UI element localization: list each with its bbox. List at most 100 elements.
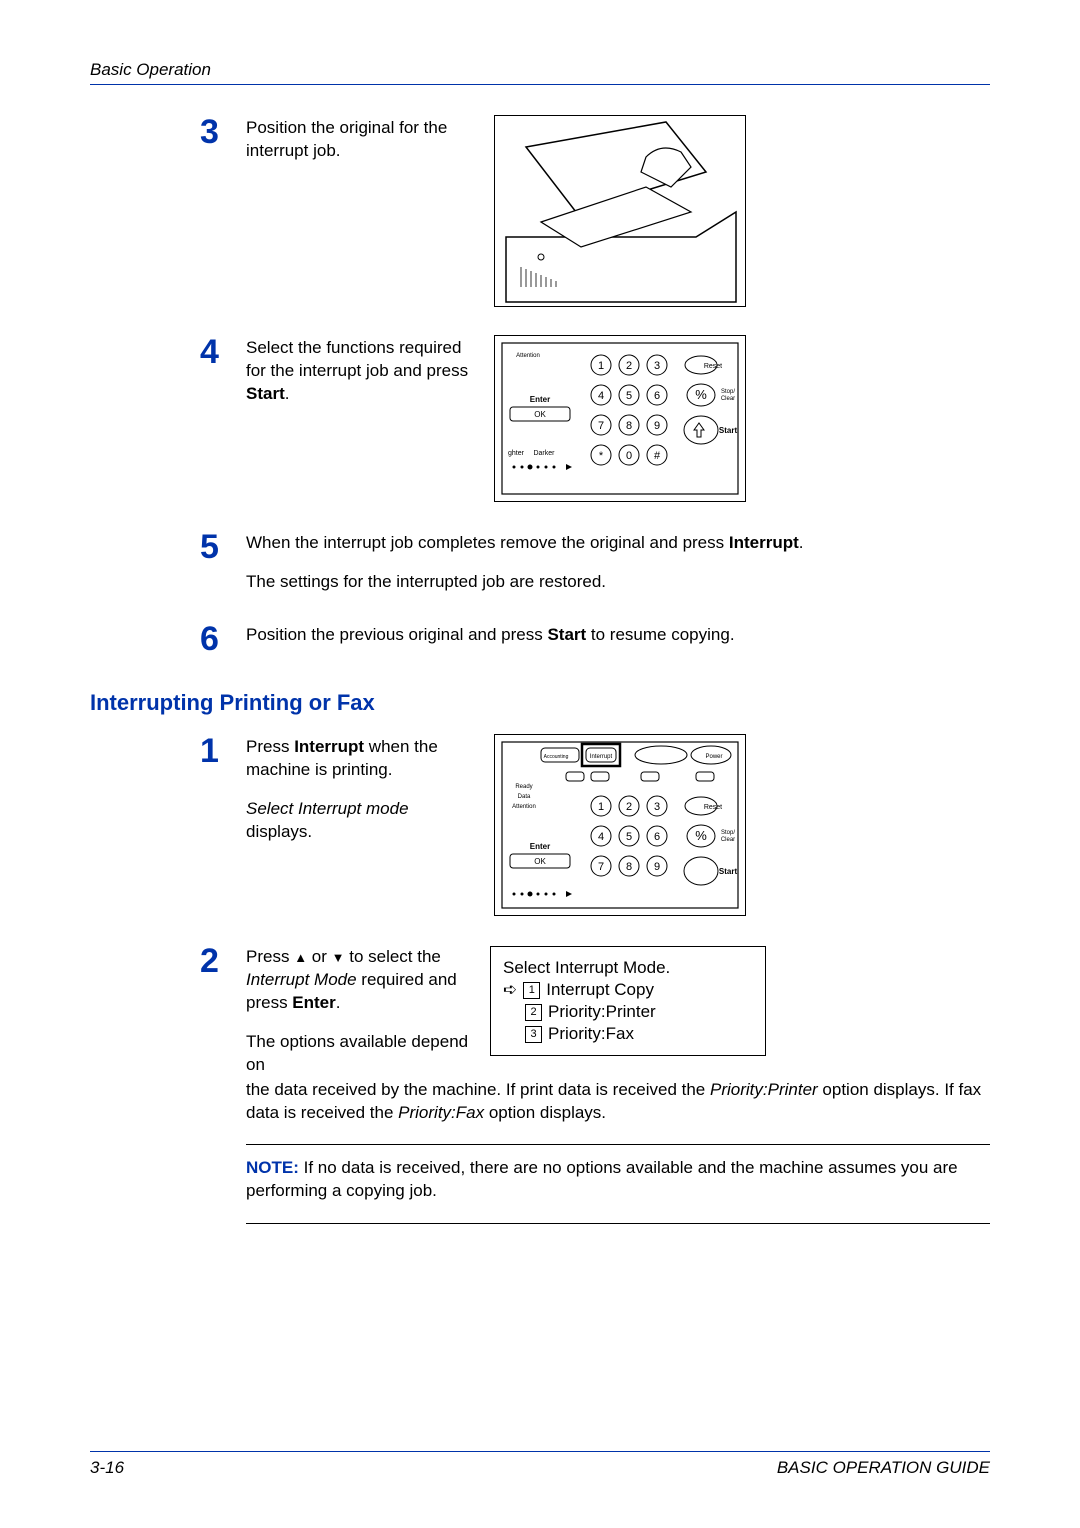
option-number-icon: 3 [525,1026,542,1043]
lcd-option: Priority:Printer [548,1001,656,1023]
text: . [799,533,804,552]
svg-text:Start: Start [719,426,738,435]
svg-text:Power: Power [705,754,722,760]
svg-text:1: 1 [598,360,604,372]
svg-text:Stop/: Stop/ [721,389,735,395]
lcd-option: Interrupt Copy [546,979,654,1001]
svg-text:Reset: Reset [704,363,722,370]
keypad-illustration-2: Accounting Interrupt Power Ready Data At [494,734,746,916]
text: to resume copying. [586,625,734,644]
italic-text: Select Interrupt mode [246,799,409,818]
scanner-illustration [494,115,746,307]
svg-text:8: 8 [626,420,632,432]
step-3: 3 Position the original for the interrup… [200,115,990,307]
svg-text:7: 7 [598,420,604,432]
svg-text:ghter: ghter [508,450,525,457]
svg-text:Accounting: Accounting [544,754,569,760]
svg-text:Attention: Attention [512,804,536,810]
note-text: If no data is received, there are no opt… [246,1158,958,1200]
svg-text:4: 4 [598,831,604,843]
arrow-icon: ➪ [503,979,517,1001]
doc-title: BASIC OPERATION GUIDE [777,1458,990,1478]
bold-interrupt: Interrupt [729,533,799,552]
text: . [285,384,290,403]
text: the data received by the machine. If pri… [246,1080,710,1099]
lcd-display: Select Interrupt Mode. ➪ 1 Interrupt Cop… [490,946,766,1056]
svg-text:Data: Data [518,794,531,800]
step-text: When the interrupt job completes remove … [246,530,990,594]
svg-text:Ready: Ready [515,784,532,790]
text: displays. [246,822,312,841]
bold-start: Start [547,625,586,644]
option-number-icon: 1 [523,982,540,999]
svg-text:Enter: Enter [530,395,550,404]
svg-text:3: 3 [654,801,660,813]
step-text: Position the original for the interrupt … [246,115,476,163]
svg-text:2: 2 [626,801,632,813]
bold-interrupt: Interrupt [294,737,364,756]
svg-text:0: 0 [626,450,632,462]
svg-text:9: 9 [654,861,660,873]
svg-text:5: 5 [626,831,632,843]
svg-text:Start: Start [719,867,738,876]
svg-text:2: 2 [626,360,632,372]
svg-text:6: 6 [654,390,660,402]
svg-text:9: 9 [654,420,660,432]
step-text: Press ▲ or ▼ to select the Interrupt Mod… [246,944,990,1236]
svg-text:Darker: Darker [533,450,555,457]
scanner-svg [496,117,744,305]
down-triangle-icon: ▼ [332,950,345,965]
svg-text:1: 1 [598,801,604,813]
svg-text:%: % [695,387,707,402]
step-number: 1 [200,734,228,768]
step-5: 5 When the interrupt job completes remov… [200,530,990,594]
bold-enter: Enter [292,993,335,1012]
step-4: 4 Select the functions required for the … [200,335,990,502]
note-label: NOTE: [246,1158,299,1177]
step-number: 6 [200,622,228,656]
svg-text:3: 3 [654,360,660,372]
lcd-title: Select Interrupt Mode. [503,957,753,979]
bold-start: Start [246,384,285,403]
option-number-icon: 2 [525,1004,542,1021]
step-number: 2 [200,944,228,978]
svg-text:Attention: Attention [516,353,540,359]
step-6: 6 Position the previous original and pre… [200,622,990,656]
step-number: 5 [200,530,228,564]
svg-text:Enter: Enter [530,842,550,851]
keypad-illustration: 1 2 3 4 5 6 7 8 9 * 0 # [494,335,746,502]
svg-text:Stop/: Stop/ [721,830,735,836]
text: . [336,993,341,1012]
italic-text: Priority:Fax [398,1103,484,1122]
keypad-svg: 1 2 3 4 5 6 7 8 9 * 0 # [496,337,744,500]
svg-text:Interrupt: Interrupt [590,754,613,760]
svg-text:6: 6 [654,831,660,843]
text: Select the functions required for the in… [246,338,468,380]
divider [246,1144,990,1145]
text: Press [246,947,294,966]
step-b1: 1 Press Interrupt when the machine is pr… [200,734,990,916]
svg-text:4: 4 [598,390,604,402]
header-section: Basic Operation [90,60,990,85]
text: Press [246,737,294,756]
svg-text:#: # [654,450,661,462]
svg-text:Clear: Clear [721,396,735,402]
svg-text:5: 5 [626,390,632,402]
svg-text:OK: OK [534,410,546,419]
lcd-option: Priority:Fax [548,1023,634,1045]
text: or [307,947,332,966]
page-number: 3-16 [90,1458,124,1478]
divider [246,1223,990,1224]
page-footer: 3-16 BASIC OPERATION GUIDE [90,1451,990,1478]
text: The settings for the interrupted job are… [246,571,990,594]
note-block: NOTE: If no data is received, there are … [246,1157,990,1203]
svg-text:8: 8 [626,861,632,873]
italic-text: Priority:Printer [710,1080,818,1099]
text: Position the previous original and press [246,625,547,644]
text: When the interrupt job completes remove … [246,533,729,552]
svg-text:%: % [695,828,707,843]
svg-text:Reset: Reset [704,804,722,811]
text: to select the [345,947,441,966]
italic-text: Interrupt Mode [246,970,357,989]
section-heading: Interrupting Printing or Fax [90,690,990,716]
